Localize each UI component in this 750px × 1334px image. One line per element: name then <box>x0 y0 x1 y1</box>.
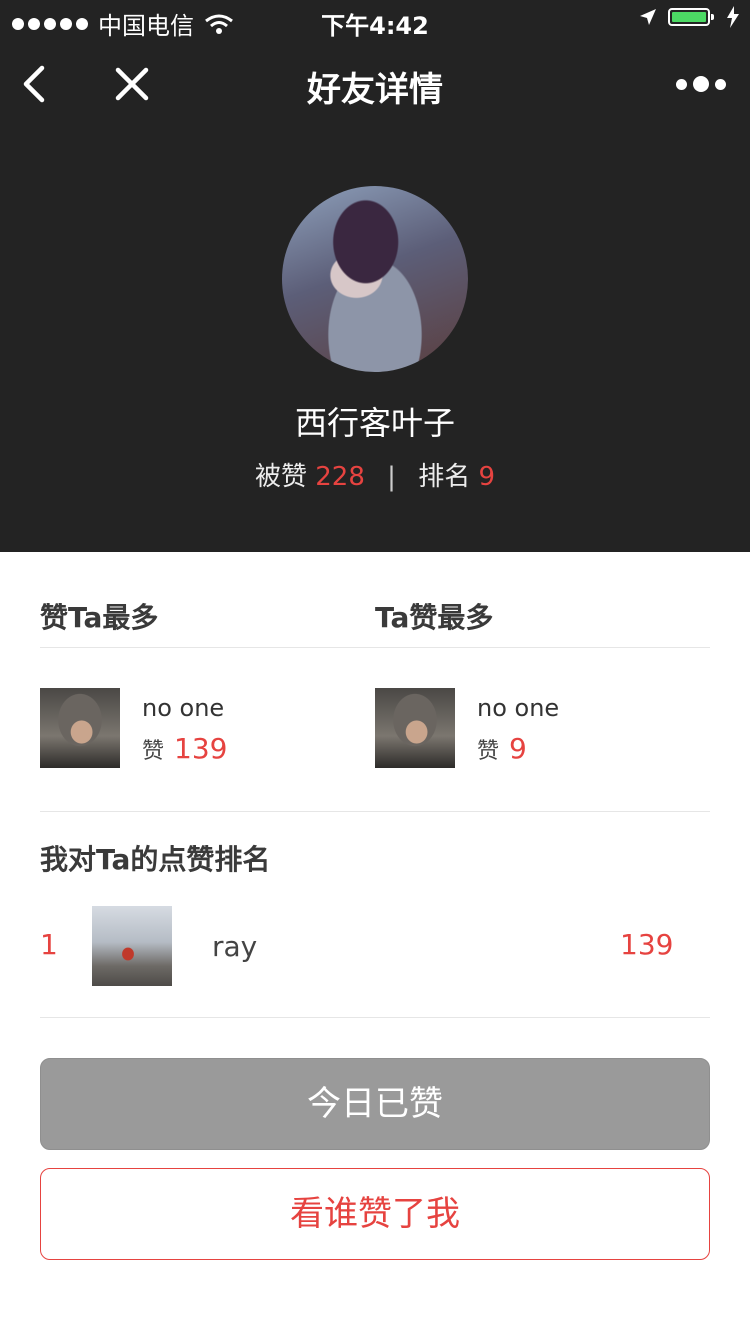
ranking-position: 1 <box>40 928 58 961</box>
section-header-liked-ta-most: 赞Ta最多 <box>40 601 159 634</box>
ranking-count: 139 <box>620 928 674 961</box>
liked-label: 被赞 <box>254 462 307 492</box>
zan-label: 赞 <box>142 739 165 764</box>
location-arrow-icon <box>640 9 656 25</box>
stats-separator: | <box>387 462 396 492</box>
divider <box>40 811 710 812</box>
zan-value: 139 <box>174 732 228 765</box>
friend-avatar <box>282 186 468 372</box>
section-header-ta-liked-most: Ta赞最多 <box>375 601 494 634</box>
ranking-avatar <box>92 906 172 986</box>
like-count-right: 赞9 <box>477 732 527 765</box>
page-title: 好友详情 <box>307 70 443 110</box>
user-name-right[interactable]: no one <box>477 694 559 722</box>
charging-bolt-icon <box>727 6 739 28</box>
status-right <box>638 6 740 28</box>
user-avatar-right[interactable] <box>375 688 455 768</box>
liked-count: 228 <box>315 462 365 492</box>
friend-stats: 被赞 228 | 排名 9 <box>0 456 750 493</box>
more-icon[interactable] <box>676 70 726 98</box>
who-liked-me-button[interactable]: 看谁赞了我 <box>40 1168 710 1260</box>
user-name-left[interactable]: no one <box>142 694 224 722</box>
ranking-name: ray <box>212 930 258 963</box>
user-avatar-left[interactable] <box>40 688 120 768</box>
rank-label: 排名 <box>418 462 471 492</box>
liked-today-button[interactable]: 今日已赞 <box>40 1058 710 1150</box>
nav-bar: 好友详情 <box>0 40 750 128</box>
divider <box>40 647 710 648</box>
section-header-my-ranking: 我对Ta的点赞排名 <box>40 843 271 876</box>
like-count-left: 赞 139 <box>142 732 227 765</box>
zan-value: 9 <box>509 732 527 765</box>
zan-label: 赞 <box>477 739 500 764</box>
rank-value: 9 <box>478 462 496 492</box>
profile-header: 中国电信 下午4:42 好友详情 西行客叶子 被赞 228 | 排名 9 <box>0 0 750 552</box>
divider <box>40 1017 710 1018</box>
status-bar: 中国电信 下午4:42 <box>0 0 750 40</box>
friend-name: 西行客叶子 <box>294 404 455 442</box>
battery-icon <box>668 8 714 26</box>
